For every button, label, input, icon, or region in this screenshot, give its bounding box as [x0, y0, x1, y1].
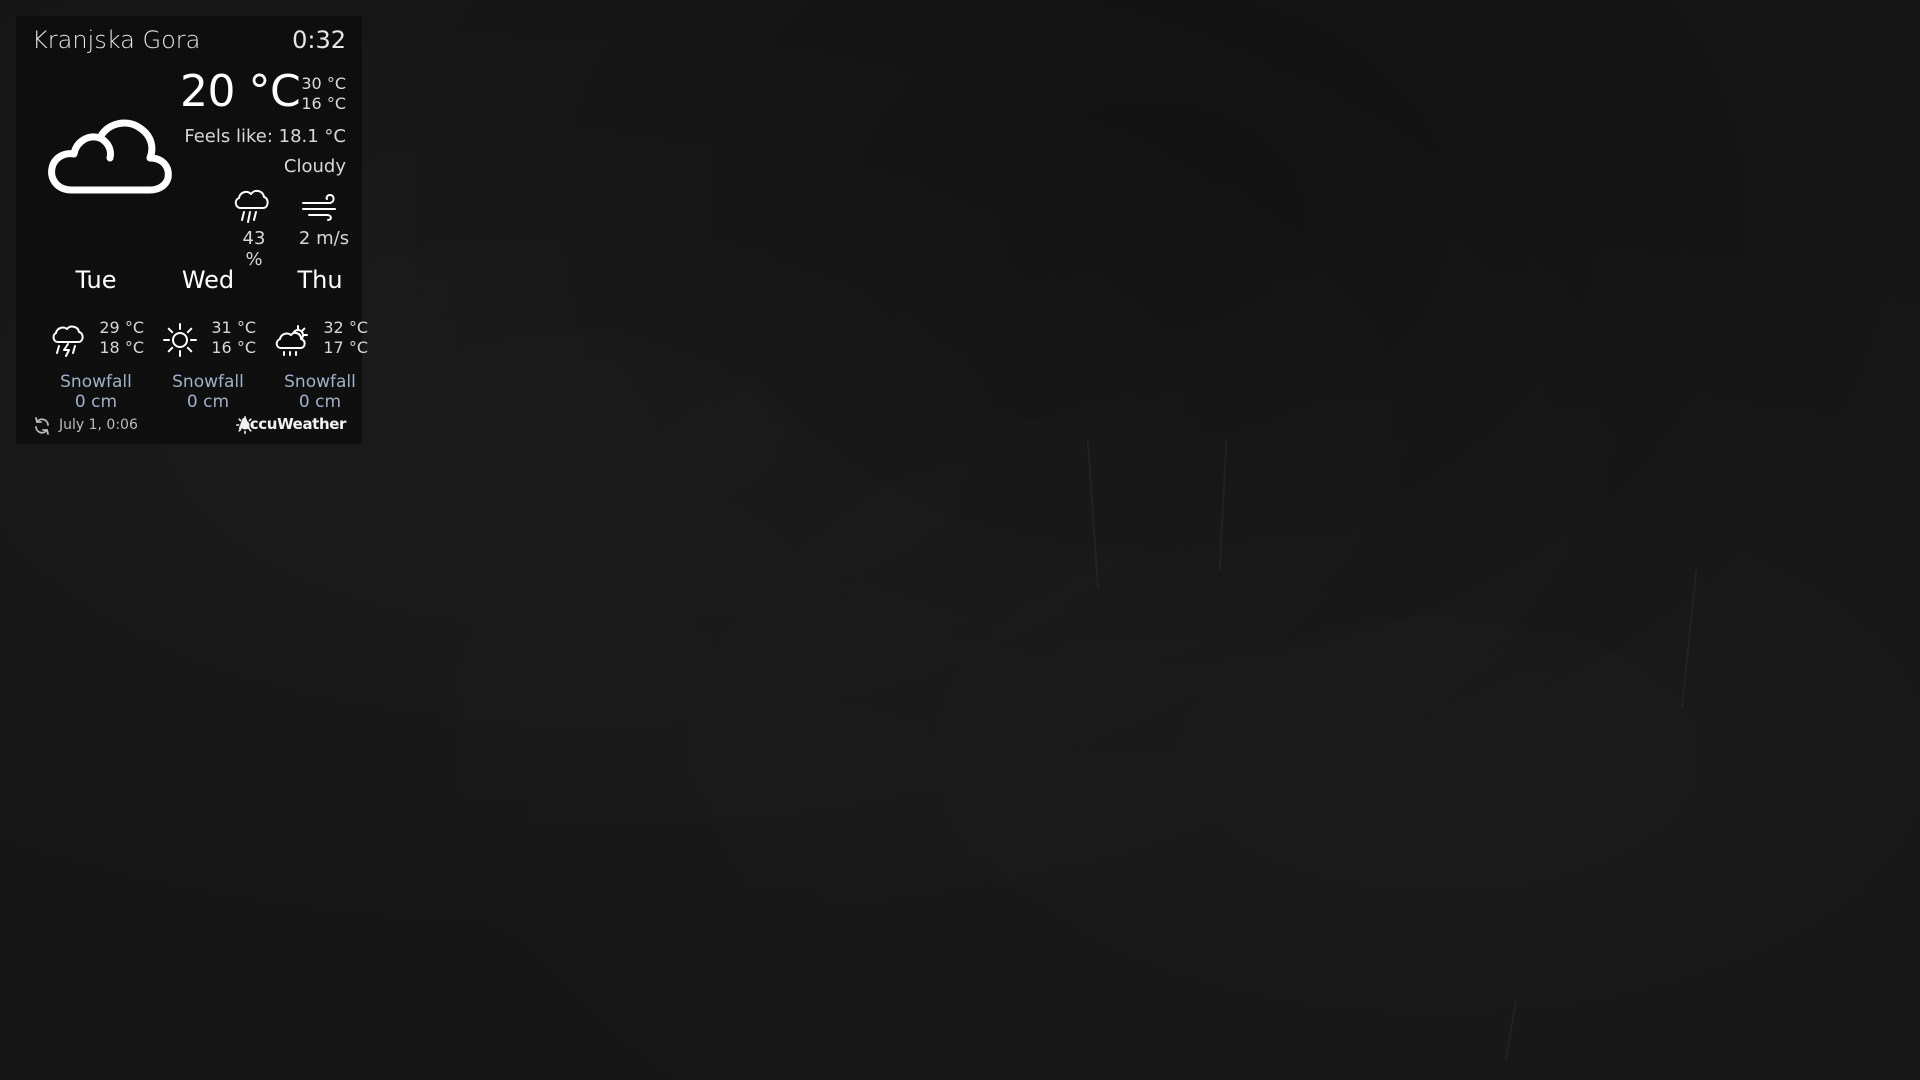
- feels-like-temperature: Feels like: 18.1 °C: [184, 126, 346, 147]
- snowfall-label: Snowfall: [60, 372, 132, 392]
- forecast-day-name: Tue: [75, 266, 117, 294]
- weather-widget[interactable]: Kranjska Gora 0:32 20 °C 30 °C 16 °C Fee…: [16, 16, 368, 444]
- city-name: Kranjska Gora: [32, 26, 201, 54]
- wind-icon: [302, 193, 336, 221]
- forecast-high-temperature: 31 °C: [211, 318, 256, 337]
- refresh-icon[interactable]: [32, 416, 52, 436]
- forecast-high-temperature: 32 °C: [323, 318, 368, 337]
- forecast-low-temperature: 16 °C: [211, 338, 256, 357]
- last-updated-time: July 1, 0:06: [59, 417, 138, 433]
- forecast-day-name: Thu: [297, 266, 343, 294]
- forecast-day: Tue 29 °C 18 °C Snowfall 0 cm: [46, 266, 158, 416]
- snowfall-label: Snowfall: [284, 372, 356, 392]
- snowfall-value: 0 cm: [186, 392, 230, 412]
- wallpaper-scratch: [1218, 440, 1228, 570]
- today-high-temperature: 30 °C: [301, 74, 346, 93]
- thunderstorm-icon: [52, 325, 84, 357]
- wallpaper-scratch: [1680, 570, 1698, 710]
- accuweather-logo-text[interactable]: AccuWeather: [239, 415, 347, 433]
- weather-condition: Cloudy: [283, 156, 346, 177]
- current-temperature: 20 °C: [180, 66, 301, 117]
- snowfall-label: Snowfall: [172, 372, 244, 392]
- snowfall-value: 0 cm: [74, 392, 118, 412]
- today-low-temperature: 16 °C: [301, 94, 346, 113]
- forecast-day-name: Wed: [181, 266, 235, 294]
- forecast-day: Wed 31 °C 16 °C Snowfall 0 cm: [158, 266, 270, 416]
- snowfall-value: 0 cm: [298, 392, 342, 412]
- wallpaper-scratch: [1086, 440, 1100, 590]
- rain-cloud-icon: [234, 189, 269, 223]
- current-time: 0:32: [292, 26, 346, 54]
- partly-cloudy-icon: [275, 325, 308, 356]
- forecast-high-temperature: 29 °C: [99, 318, 144, 337]
- forecast-low-temperature: 17 °C: [323, 338, 368, 357]
- wind-speed: 2 m/s: [298, 228, 350, 249]
- forecast-day: Thu 32 °C 17 °C Snowfall 0 cm: [270, 266, 382, 416]
- sun-icon: [163, 323, 197, 357]
- cloud-icon: [48, 119, 172, 194]
- wallpaper-scratch: [1504, 1000, 1518, 1060]
- precipitation-probability: 43 %: [242, 228, 266, 270]
- forecast-low-temperature: 18 °C: [99, 338, 144, 357]
